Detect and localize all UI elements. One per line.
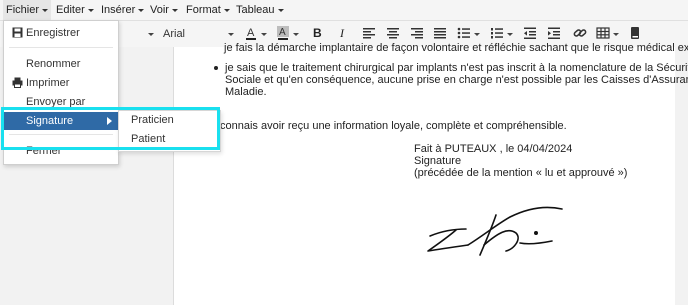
bullet-marker [214,66,218,70]
menu-fichier-label: Fichier [6,4,40,16]
doc-recognition-line: connais avoir reçu une information loyal… [220,120,567,132]
menu-item-enregistrer-label: Enregistrer [26,27,80,39]
highlight-color-button[interactable]: A [276,25,290,43]
svg-text:I: I [339,26,345,40]
menu-editer[interactable]: Editer [53,0,97,20]
menu-item-enregistrer[interactable]: Enregistrer [4,24,118,42]
handwritten-signature-image [427,206,563,256]
menu-inserer-label: Insérer [101,4,136,16]
menu-format-label: Format [186,4,221,16]
bullet-list-caret[interactable] [473,25,481,43]
doc-mention: (précédée de la mention « lu et approuvé… [414,167,628,179]
numbered-list-button[interactable] [490,25,504,43]
outdent-icon [524,27,536,39]
italic-icon: I [339,26,345,40]
table-icon [596,27,610,39]
table-button[interactable] [596,25,610,43]
italic-button[interactable]: I [336,25,350,43]
chevron-down-icon [474,32,480,36]
document-page[interactable]: je fais la démarche implantaire de façon… [174,42,688,305]
printer-icon [12,77,23,88]
chevron-down-icon [277,8,284,12]
outdent-button[interactable] [523,25,537,43]
bullet-list-icon [457,27,470,39]
menu-tableau[interactable]: Tableau [233,0,287,20]
menu-item-renommer-label: Renommer [26,58,81,70]
highlight-color-caret[interactable] [292,25,300,43]
doc-bullet2-line3: Maladie. [225,86,267,98]
doc-bullet2-line2: Sociale et qu'en conséquence, aucune pri… [225,74,688,86]
chevron-down-icon [42,8,49,12]
text-color-icon: A [246,27,256,40]
chevron-down-icon [223,8,230,12]
chevron-down-icon [148,32,154,36]
book-icon [631,27,639,39]
chevron-down-icon [261,32,267,36]
align-center-icon [387,28,399,39]
align-justify-icon [434,28,446,39]
chevron-down-icon [228,32,234,36]
menu-item-imprimer[interactable]: Imprimer [4,74,118,92]
align-right-icon [411,28,423,39]
align-center-button[interactable] [386,25,400,43]
menu-item-renommer[interactable]: Renommer [4,55,118,73]
table-caret[interactable] [612,25,620,43]
chevron-down-icon [138,8,145,12]
indent-icon [548,27,560,39]
svg-text:A: A [247,27,255,39]
style-dropdown-caret[interactable] [146,25,156,43]
indent-button[interactable] [547,25,561,43]
menu-divider [9,47,113,48]
menu-format[interactable]: Format [183,0,233,20]
font-family-value: Arial [163,28,186,40]
menu-inserer[interactable]: Insérer [98,0,147,20]
doc-signature-label: Signature [414,155,462,167]
svg-text:A: A [279,27,286,38]
align-left-button[interactable] [362,25,376,43]
menu-bar: Fichier Editer Insérer Voir Format Table… [0,0,688,21]
doc-bullet2-line1: je sais que le traitement chirurgical pa… [225,62,688,74]
font-family-select[interactable]: Arial [163,25,223,43]
font-dropdown-caret[interactable] [226,25,236,43]
chevron-down-icon [613,32,619,36]
align-justify-button[interactable] [433,25,447,43]
chevron-down-icon [171,8,178,12]
menu-voir[interactable]: Voir [147,0,181,20]
highlight-color-icon: A [277,26,289,40]
menu-voir-label: Voir [150,4,169,16]
chevron-down-icon [293,32,299,36]
save-icon [12,27,23,38]
bullet-list-button[interactable] [457,25,471,43]
menu-editer-label: Editer [56,4,85,16]
doc-line-partial: je fais la démarche implantaire de façon… [224,42,688,54]
numbered-list-caret[interactable] [506,25,514,43]
svg-text:B: B [313,26,322,40]
link-icon [573,29,587,37]
text-color-button[interactable]: A [244,25,258,43]
link-button[interactable] [573,25,587,43]
menu-item-imprimer-label: Imprimer [26,77,70,89]
bold-icon: B [313,26,322,40]
align-left-icon [363,28,375,39]
menu-fichier[interactable]: Fichier [3,0,52,20]
highlight-box [1,107,220,150]
bold-button[interactable]: B [310,25,324,43]
align-right-button[interactable] [410,25,424,43]
chevron-down-icon [507,32,513,36]
chevron-down-icon [87,8,94,12]
template-button[interactable] [628,25,642,43]
menu-tableau-label: Tableau [236,4,275,16]
numbered-list-icon [491,28,503,39]
doc-place-date: Fait à PUTEAUX , le 04/04/2024 [414,143,573,155]
text-color-caret[interactable] [260,25,268,43]
